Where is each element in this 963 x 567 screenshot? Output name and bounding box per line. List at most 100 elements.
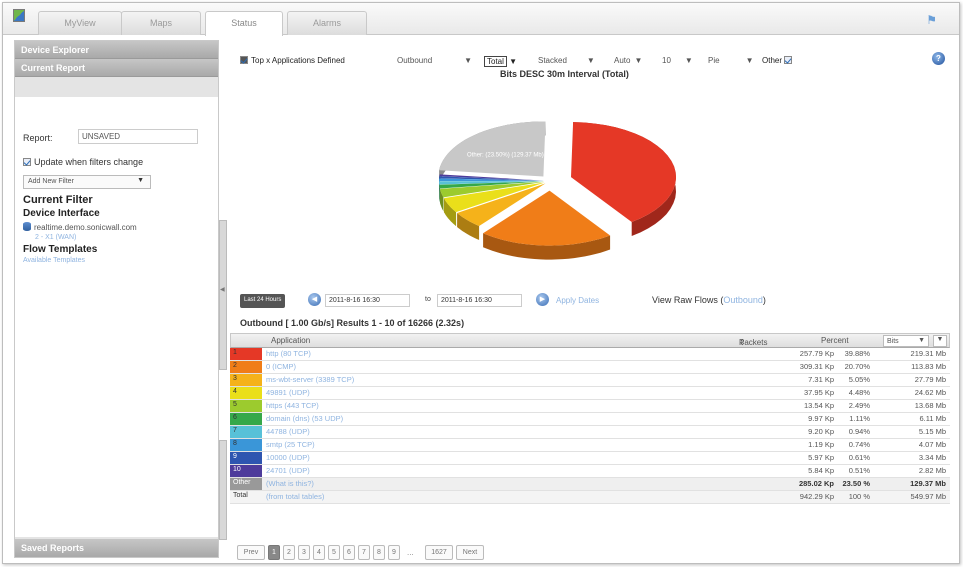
row-application-link[interactable]: 0 (ICMP) (266, 362, 296, 371)
forward-arrow-icon[interactable]: ▶ (536, 293, 549, 306)
device-entry[interactable]: realtime.demo.sonicwall.com (23, 222, 137, 232)
tab-maps[interactable]: Maps (121, 11, 201, 35)
current-report-header[interactable]: Current Report (15, 59, 218, 77)
tab-status[interactable]: Status (205, 11, 283, 36)
row-application-link[interactable]: 10000 (UDP) (266, 453, 310, 462)
row-bits: 5.15 Mb (918, 427, 946, 436)
row-bits: 549.97 Mb (910, 492, 946, 501)
help-icon[interactable]: ? (932, 52, 945, 65)
page-6-button[interactable]: 6 (343, 545, 355, 560)
table-row-total: Total (from total tables) 942.29 Kp 100 … (230, 491, 950, 504)
row-percent: 100 % (848, 492, 870, 501)
row-rank: 5 (230, 400, 262, 412)
count-select[interactable]: 10 ▼ (662, 56, 693, 65)
update-filters-row[interactable]: Update when filters change (23, 157, 143, 167)
device-explorer-header[interactable]: Device Explorer (15, 41, 218, 59)
page-7-button[interactable]: 7 (358, 545, 370, 560)
next-page-button[interactable]: Next (456, 545, 484, 560)
update-filters-label: Update when filters change (34, 157, 144, 167)
row-packets: 5.84 Kp (808, 466, 834, 475)
tab-myview[interactable]: MyView (38, 11, 122, 35)
col-percent[interactable]: Percent (821, 336, 849, 345)
column-menu-button[interactable]: ▼ (933, 335, 947, 347)
sidebar-splitter[interactable] (219, 220, 227, 370)
count-value: 10 (662, 56, 671, 65)
tab-alarms[interactable]: Alarms (287, 11, 367, 35)
unit-select[interactable]: Bits ▼ (883, 335, 929, 347)
page-5-button[interactable]: 5 (328, 545, 340, 560)
to-date-input[interactable]: 2011-8-16 16:30 (437, 294, 522, 307)
row-percent: 23.50 % (842, 479, 870, 488)
row-bits: 3.34 Mb (918, 453, 946, 462)
back-arrow-icon[interactable]: ◀ (308, 293, 321, 306)
sidebar-splitter-lower[interactable] (219, 440, 227, 540)
page-8-button[interactable]: 8 (373, 545, 385, 560)
chart-type-select[interactable]: Pie ▼ (708, 56, 753, 65)
other-checkbox[interactable] (784, 56, 793, 64)
report-row: Report: UNSAVED (23, 129, 198, 144)
top-apps-checkbox[interactable] (240, 56, 248, 64)
row-application-link[interactable]: https (443 TCP) (266, 401, 319, 410)
row-packets: 309.31 Kp (799, 362, 834, 371)
what-is-this-link[interactable]: (What is this?) (266, 479, 314, 488)
table-row-other: Other (What is this?) 285.02 Kp 23.50 % … (230, 478, 950, 491)
row-bits: 27.79 Mb (914, 375, 946, 384)
row-packets: 9.20 Kp (808, 427, 834, 436)
row-application-link[interactable]: domain (dns) (53 UDP) (266, 414, 343, 423)
direction-value: Outbound (397, 56, 433, 65)
chevron-down-icon: ▼ (634, 56, 643, 65)
update-filters-checkbox[interactable] (23, 158, 31, 166)
user-icon[interactable]: ⚑ (926, 13, 937, 27)
direction-select[interactable]: Outbound ▼ (397, 56, 472, 65)
table-row: 10 24701 (UDP) 5.84 Kp 0.51% 2.82 Mb (230, 465, 950, 478)
available-templates-link[interactable]: Available Templates (23, 257, 85, 264)
row-rank: 7 (230, 426, 262, 438)
table-row: 3 ms-wbt-server (3389 TCP) 7.31 Kp 5.05% 27.… (230, 374, 950, 387)
chevron-down-icon: ▼ (137, 177, 144, 184)
to-label: to (425, 296, 431, 303)
page-9-button[interactable]: 9 (388, 545, 400, 560)
row-application-link[interactable]: 44788 (UDP) (266, 427, 310, 436)
row-percent: 0.51% (848, 466, 870, 475)
page-4-button[interactable]: 4 (313, 545, 325, 560)
saved-reports-header[interactable]: Saved Reports (15, 539, 218, 557)
col-application[interactable]: Application (271, 336, 310, 345)
row-percent: 0.74% (848, 440, 870, 449)
row-rank: 3 (230, 374, 262, 386)
device-interface-link[interactable]: 2 - X1 (WAN) (35, 234, 76, 241)
row-application-link[interactable]: 24701 (UDP) (266, 466, 310, 475)
row-application-link[interactable]: http (80 TCP) (266, 349, 311, 358)
results-table: Application Packets ⇕ Percent Bits ▼ ▼ 1h… (230, 333, 950, 504)
total-select[interactable]: Total ▼ (484, 56, 517, 67)
chevron-down-icon: ▼ (918, 337, 925, 344)
other-toggle[interactable]: Other (762, 56, 795, 65)
row-bits: 6.11 Mb (919, 414, 946, 423)
apply-dates-link[interactable]: Apply Dates (556, 296, 599, 305)
row-percent: 0.61% (848, 453, 870, 462)
row-application-link[interactable]: ms-wbt-server (3389 TCP) (266, 375, 354, 384)
report-label: Report: (23, 133, 53, 143)
table-body: 1 http (80 TCP) 257.79 Kp 39.88% 219.31 Mb 2 0… (230, 348, 950, 478)
raw-flows-link[interactable]: Outbound (723, 295, 763, 305)
total-tables-link[interactable]: (from total tables) (266, 492, 324, 501)
current-report-panel: Report: UNSAVED Update when filters chan… (15, 97, 218, 537)
row-application-link[interactable]: smtp (25 TCP) (266, 440, 315, 449)
sidebar: Device Explorer Current Report Report: U… (14, 40, 219, 558)
page-2-button[interactable]: 2 (283, 545, 295, 560)
auto-select[interactable]: Auto ▼ (614, 56, 642, 65)
flow-templates-title: Flow Templates (23, 244, 98, 255)
pie-other-label: Other: (23.50%) (129.37 Mb) (467, 153, 544, 159)
table-header: Application Packets ⇕ Percent Bits ▼ ▼ (230, 333, 950, 348)
last-page-button[interactable]: 1627 (425, 545, 453, 560)
top-apps-control[interactable]: Top x Applications Defined (240, 56, 345, 65)
report-name-input[interactable]: UNSAVED (78, 129, 198, 144)
prev-page-button[interactable]: Prev (237, 545, 265, 560)
last-24-hours-button[interactable]: Last 24 Hours (240, 294, 286, 308)
row-application-link[interactable]: 49891 (UDP) (266, 388, 310, 397)
pager-ellipsis: ... (407, 548, 414, 557)
add-filter-select[interactable]: Add New Filter ▼ (23, 175, 151, 189)
stacked-select[interactable]: Stacked ▼ (538, 56, 595, 65)
page-1-button[interactable]: 1 (268, 545, 280, 560)
page-3-button[interactable]: 3 (298, 545, 310, 560)
from-date-input[interactable]: 2011-8-16 16:30 (325, 294, 410, 307)
